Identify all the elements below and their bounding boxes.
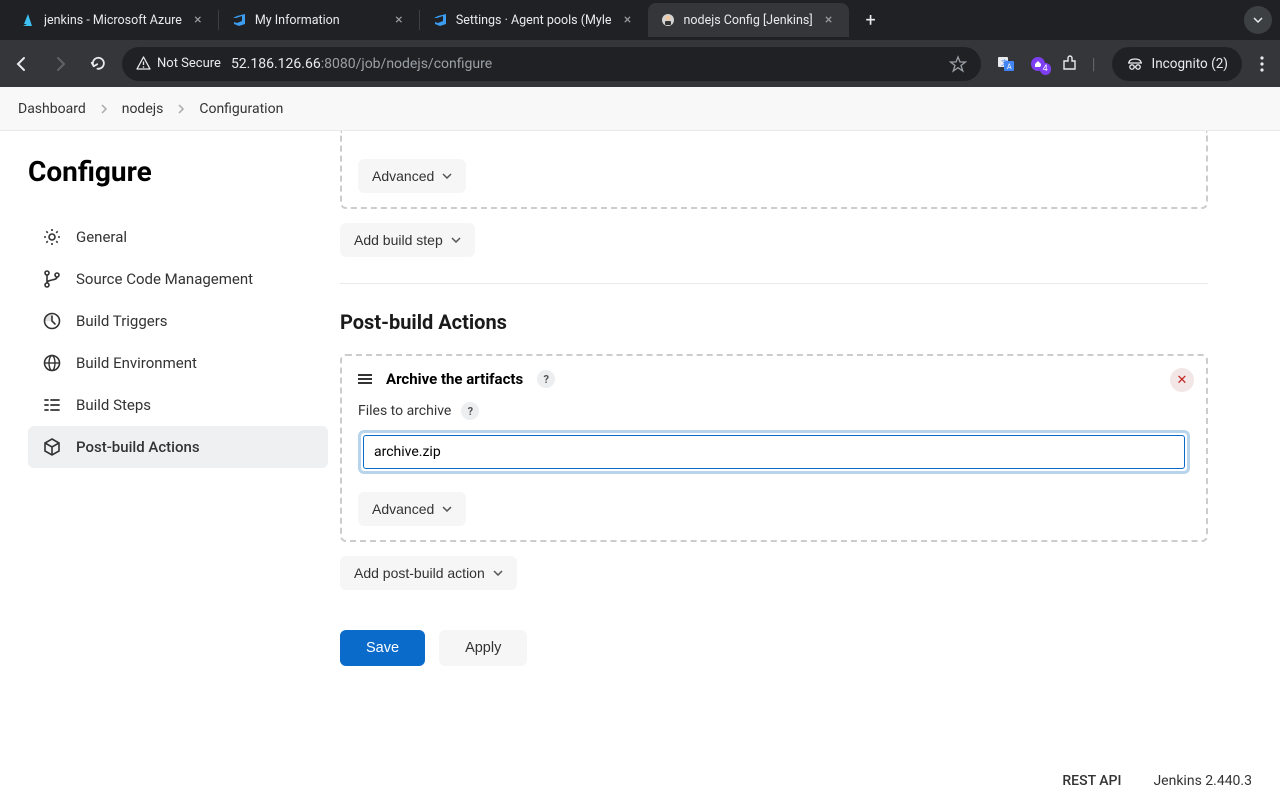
sidebar-item-label: Build Triggers: [76, 312, 168, 330]
box-title: Archive the artifacts: [386, 370, 523, 388]
tab-title: jenkins - Microsoft Azure: [44, 13, 182, 28]
field-input-focus-ring: [358, 430, 1190, 474]
bookmark-star-icon[interactable]: [949, 55, 967, 73]
azuredevops-icon: [432, 12, 448, 28]
close-icon[interactable]: ×: [620, 12, 636, 28]
azure-icon: [20, 12, 36, 28]
advanced-button[interactable]: Advanced: [358, 159, 466, 193]
extensions-icon[interactable]: [1061, 55, 1078, 72]
new-tab-button[interactable]: +: [857, 6, 885, 34]
help-icon[interactable]: ?: [461, 402, 479, 420]
breadcrumb-configuration[interactable]: Configuration: [199, 101, 283, 117]
clock-icon: [42, 311, 62, 331]
sidebar-item-general[interactable]: General: [28, 216, 328, 258]
globe-icon: [42, 353, 62, 373]
close-icon[interactable]: ×: [821, 12, 837, 28]
apply-button[interactable]: Apply: [439, 630, 527, 666]
chevron-down-icon: [442, 506, 452, 512]
extension-badge-icon[interactable]: 4: [1029, 55, 1047, 73]
tab-title: Settings · Agent pools (Myle: [456, 13, 612, 28]
sidebar-item-label: Source Code Management: [76, 270, 253, 288]
sidebar: Configure General Source Code Management…: [0, 131, 340, 760]
files-to-archive-input[interactable]: [363, 435, 1185, 469]
advanced-button[interactable]: Advanced: [358, 492, 466, 526]
sidebar-item-build-steps[interactable]: Build Steps: [28, 384, 328, 426]
tab-azure[interactable]: jenkins - Microsoft Azure ×: [8, 3, 218, 37]
add-build-step-button[interactable]: Add build step: [340, 223, 475, 257]
incognito-icon: [1126, 55, 1144, 73]
tab-devops-1[interactable]: My Information ×: [219, 3, 419, 37]
sidebar-item-triggers[interactable]: Build Triggers: [28, 300, 328, 342]
sidebar-item-environment[interactable]: Build Environment: [28, 342, 328, 384]
url-box[interactable]: Not Secure 52.186.126.66:8080/job/nodejs…: [122, 47, 981, 81]
action-row: Save Apply: [340, 630, 1208, 666]
chevron-down-icon: [451, 237, 461, 243]
package-icon: [42, 437, 62, 457]
incognito-label: Incognito (2): [1152, 56, 1228, 72]
warning-icon: [136, 56, 151, 71]
drag-handle-icon[interactable]: [358, 374, 372, 384]
build-step-box-partial: Advanced: [340, 131, 1208, 209]
tab-jenkins[interactable]: nodejs Config [Jenkins] ×: [648, 3, 849, 37]
svg-text:A: A: [1007, 63, 1012, 71]
tab-title: My Information: [255, 13, 383, 28]
browser-menu-icon[interactable]: [1252, 56, 1272, 72]
forward-button[interactable]: [46, 50, 74, 78]
sidebar-item-label: Post-build Actions: [76, 438, 200, 456]
content: Advanced Add build step Post-build Actio…: [340, 131, 1280, 760]
close-icon[interactable]: ×: [391, 12, 407, 28]
address-bar: Not Secure 52.186.126.66:8080/job/nodejs…: [0, 40, 1280, 87]
sidebar-item-label: Build Environment: [76, 354, 197, 372]
jenkins-icon: [660, 12, 676, 28]
jenkins-version: Jenkins 2.440.3: [1153, 773, 1252, 789]
main: Configure General Source Code Management…: [0, 131, 1280, 760]
translate-icon[interactable]: 文A: [997, 55, 1015, 73]
section-title-post-build: Post-build Actions: [340, 310, 1208, 334]
sidebar-item-scm[interactable]: Source Code Management: [28, 258, 328, 300]
tab-devops-2[interactable]: Settings · Agent pools (Myle ×: [420, 3, 648, 37]
sidebar-item-label: Build Steps: [76, 396, 151, 414]
not-secure-indicator[interactable]: Not Secure: [136, 56, 221, 71]
close-icon[interactable]: ×: [190, 12, 206, 28]
tab-title: nodejs Config [Jenkins]: [684, 13, 813, 28]
chevron-right-icon: [100, 104, 108, 114]
branch-icon: [42, 269, 62, 289]
incognito-indicator[interactable]: Incognito (2): [1112, 47, 1242, 81]
field-label-files: Files to archive ?: [358, 402, 1190, 420]
reload-button[interactable]: [84, 50, 112, 78]
back-button[interactable]: [8, 50, 36, 78]
sidebar-item-post-build[interactable]: Post-build Actions: [28, 426, 328, 468]
chevron-right-icon: [177, 104, 185, 114]
chevron-down-icon: [442, 173, 452, 179]
azuredevops-icon: [231, 12, 247, 28]
archive-artifacts-box: ✕ Archive the artifacts ? Files to archi…: [340, 354, 1208, 542]
url-text: 52.186.126.66:8080/job/nodejs/configure: [231, 56, 492, 72]
tab-strip: jenkins - Microsoft Azure × My Informati…: [0, 0, 1280, 40]
steps-icon: [42, 395, 62, 415]
page-title: Configure: [28, 155, 328, 188]
chevron-down-icon: [493, 570, 503, 576]
help-icon[interactable]: ?: [537, 370, 555, 388]
profile-button[interactable]: [1244, 6, 1272, 34]
sidebar-item-label: General: [76, 228, 127, 246]
not-secure-label: Not Secure: [157, 56, 221, 71]
breadcrumb: Dashboard nodejs Configuration: [0, 87, 1280, 131]
breadcrumb-nodejs[interactable]: nodejs: [122, 101, 164, 117]
footer: REST API Jenkins 2.440.3: [0, 760, 1280, 800]
add-post-build-action-button[interactable]: Add post-build action: [340, 556, 517, 590]
badge-count: 4: [1040, 63, 1051, 75]
save-button[interactable]: Save: [340, 630, 425, 666]
remove-step-button[interactable]: ✕: [1170, 368, 1194, 392]
browser-chrome: jenkins - Microsoft Azure × My Informati…: [0, 0, 1280, 87]
breadcrumb-dashboard[interactable]: Dashboard: [18, 101, 86, 117]
rest-api-link[interactable]: REST API: [1062, 773, 1121, 789]
extension-icons: 文A 4 |: [991, 54, 1102, 73]
gear-icon: [42, 227, 62, 247]
